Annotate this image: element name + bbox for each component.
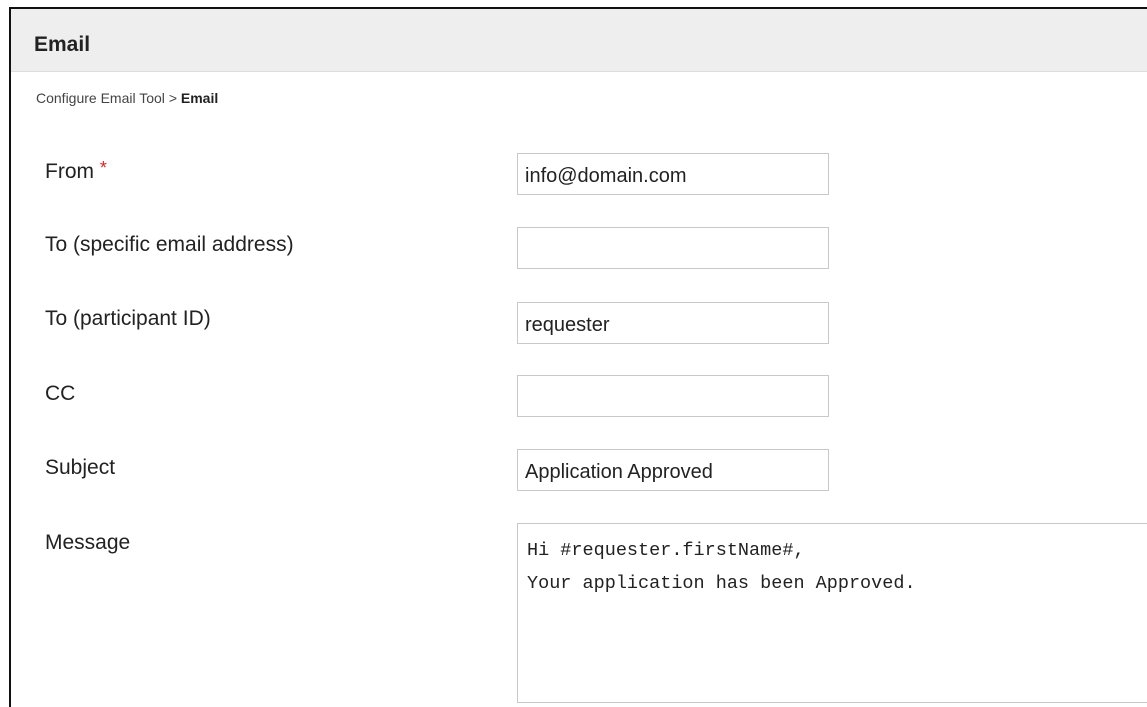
from-label-text: From (45, 160, 94, 183)
to-email-label: To (specific email address) (45, 233, 294, 256)
breadcrumb-current: Email (180, 90, 219, 106)
breadcrumb: Configure Email Tool > Email (36, 90, 218, 106)
cc-label: CC (45, 382, 76, 405)
to-email-field[interactable] (517, 227, 829, 269)
breadcrumb-separator: > (168, 90, 177, 106)
message-line: Your application has been Approved. (527, 573, 916, 594)
from-label: From * (45, 158, 107, 184)
panel-title: Email (34, 33, 91, 56)
message-label: Message (45, 531, 131, 554)
subject-label: Subject (45, 456, 116, 479)
breadcrumb-parent-link[interactable]: Configure Email Tool (36, 90, 165, 106)
message-line: Hi #requester.firstName#, (527, 540, 805, 561)
to-participant-label: To (participant ID) (45, 307, 211, 330)
message-textarea[interactable]: Hi #requester.firstName#, Your applicati… (517, 523, 1147, 703)
email-config-panel: Email Configure Email Tool > Email From … (9, 7, 1147, 707)
from-field[interactable] (517, 153, 829, 195)
required-marker: * (99, 158, 107, 178)
to-participant-field[interactable] (517, 302, 829, 344)
cc-field[interactable] (517, 375, 829, 417)
subject-field[interactable] (517, 449, 829, 491)
panel-header: Email (11, 9, 1147, 72)
